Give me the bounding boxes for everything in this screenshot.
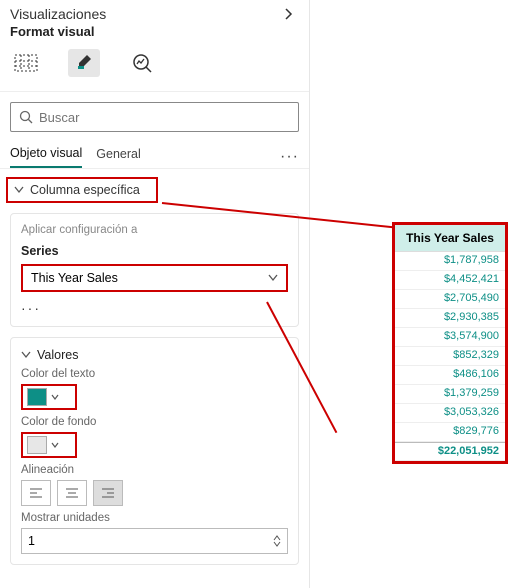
units-value: 1: [28, 534, 35, 548]
analytics-icon[interactable]: [126, 49, 158, 77]
series-value: This Year Sales: [31, 271, 118, 285]
table-body: $1,787,958$4,452,421$2,705,490$2,930,385…: [395, 252, 505, 442]
table-row: $2,930,385: [395, 309, 505, 328]
series-label: Series: [21, 244, 288, 258]
format-section-title: Format visual: [0, 22, 309, 45]
pane-title: Visualizaciones: [10, 6, 106, 22]
more-options-icon[interactable]: ···: [280, 148, 299, 166]
tab-general[interactable]: General: [96, 147, 140, 167]
table-row: $829,776: [395, 423, 505, 442]
series-more-icon[interactable]: ···: [21, 300, 288, 316]
text-color-picker[interactable]: [21, 384, 77, 410]
specific-column-section[interactable]: Columna específica: [6, 177, 158, 203]
pane-header: Visualizaciones: [0, 0, 309, 22]
bg-color-picker[interactable]: [21, 432, 77, 458]
table-row: $486,106: [395, 366, 505, 385]
alignment-label: Alineación: [21, 464, 288, 476]
align-center-button[interactable]: [57, 480, 87, 506]
values-header: Valores: [37, 348, 78, 362]
apply-settings-card: Aplicar configuración a Series This Year…: [10, 213, 299, 327]
align-left-button[interactable]: [21, 480, 51, 506]
chevron-down-icon: [51, 394, 59, 400]
table-row: $3,053,326: [395, 404, 505, 423]
search-input[interactable]: [39, 110, 290, 125]
apply-hint: Aplicar configuración a: [21, 224, 288, 236]
table-preview: This Year Sales $1,787,958$4,452,421$2,7…: [392, 222, 508, 464]
text-color-swatch: [27, 388, 47, 406]
table-row: $3,574,900: [395, 328, 505, 347]
table-row: $1,379,259: [395, 385, 505, 404]
alignment-group: [21, 480, 288, 506]
align-right-button[interactable]: [93, 480, 123, 506]
table-row: $4,452,421: [395, 271, 505, 290]
search-box[interactable]: [10, 102, 299, 132]
tab-visual[interactable]: Objeto visual: [10, 146, 82, 168]
series-dropdown[interactable]: This Year Sales: [21, 264, 288, 292]
paintbrush-icon[interactable]: [68, 49, 100, 77]
table-row: $1,787,958: [395, 252, 505, 271]
text-color-label: Color del texto: [21, 368, 288, 380]
units-spinner[interactable]: 1: [21, 528, 288, 554]
chevron-down-icon: [268, 274, 278, 282]
specific-column-label: Columna específica: [30, 183, 140, 197]
collapse-pane-icon[interactable]: [283, 8, 299, 20]
values-header-row[interactable]: Valores: [21, 348, 288, 362]
bg-color-label: Color de fondo: [21, 416, 288, 428]
chevron-down-icon: [21, 351, 31, 359]
format-pane: Visualizaciones Format visual Objeto vis…: [0, 0, 310, 588]
table-column-header: This Year Sales: [395, 225, 505, 252]
units-label: Mostrar unidades: [21, 512, 288, 524]
chevron-down-icon: [51, 442, 59, 448]
search-icon: [19, 110, 33, 124]
chevron-down-icon: [14, 186, 24, 194]
format-mode-row: [0, 45, 309, 81]
table-row: $2,705,490: [395, 290, 505, 309]
values-card: Valores Color del texto Color de fondo A…: [10, 337, 299, 565]
spinner-arrows-icon[interactable]: [273, 535, 281, 547]
bg-color-swatch: [27, 436, 47, 454]
table-total-row: $22,051,952: [395, 442, 505, 461]
table-icon[interactable]: [10, 49, 42, 77]
format-tabs: Objeto visual General ···: [0, 132, 309, 169]
table-row: $852,329: [395, 347, 505, 366]
divider: [0, 91, 309, 92]
